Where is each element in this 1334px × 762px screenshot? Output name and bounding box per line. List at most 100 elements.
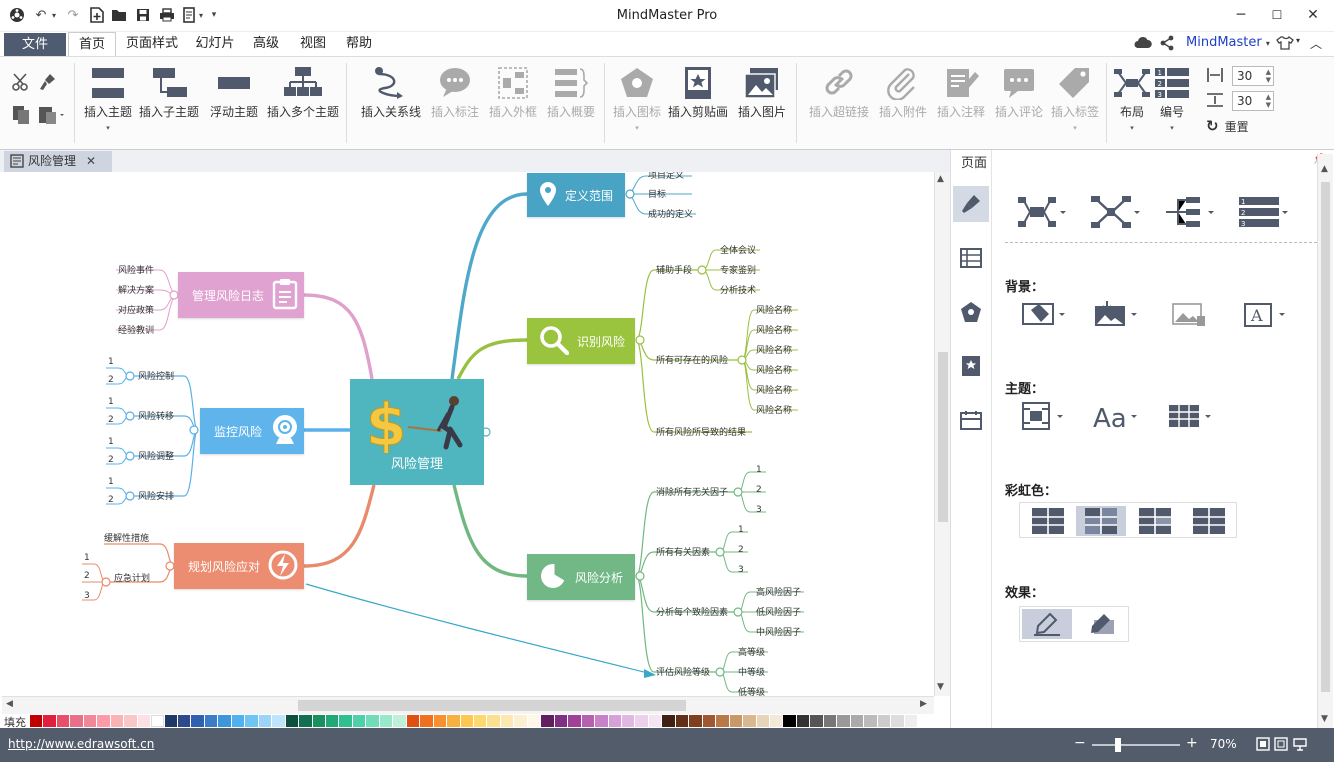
effect-flat-pen-icon[interactable] [1022,609,1072,639]
horizontal-spacing-spinner-icon[interactable]: ▲ ▼ [1266,68,1271,84]
insert-clipart-button[interactable]: 插入剪贴画 [666,65,730,120]
collapse-ribbon-icon[interactable]: ︿ [1310,35,1322,52]
palette-swatch[interactable] [191,715,204,727]
cloud-icon[interactable] [1134,36,1152,53]
slideshow-side-icon[interactable] [953,402,989,438]
close-tab-icon[interactable]: ✕ [86,151,96,172]
vertical-spacing-spinner-icon[interactable]: ▲ ▼ [1266,93,1271,109]
tab-slideshow[interactable]: 幻灯片 [190,32,240,56]
leaf-low-grade[interactable]: 低等级 [738,685,765,696]
watermark-button[interactable]: A [1235,294,1291,334]
palette-swatch[interactable] [608,715,621,727]
palette-swatch[interactable] [393,715,406,727]
zoom-slider[interactable] [1092,738,1180,752]
tab-page-style[interactable]: 页面样式 [122,32,182,56]
scroll-left-icon[interactable]: ◀ [6,699,13,709]
leaf-number[interactable]: 2 [84,571,90,581]
skin-dropdown-icon[interactable]: ▾ [1296,36,1300,45]
copy-icon[interactable] [12,105,32,128]
tab-advanced[interactable]: 高级 [246,32,286,56]
tab-help[interactable]: 帮助 [338,32,380,56]
palette-swatch[interactable] [56,715,70,727]
vertical-spacing-input[interactable]: 30 ▲ ▼ [1232,91,1274,111]
maximize-icon[interactable]: ☐ [1262,4,1292,26]
leaf-risk-event[interactable]: 风险事件 [118,263,154,276]
palette-swatch[interactable] [339,715,352,727]
leaf-low-risk-factor[interactable]: 低风险因子 [756,605,801,618]
page-style-side-icon[interactable] [953,186,989,222]
topic-define-scope[interactable]: 定义范围 [527,173,625,217]
tab-home[interactable]: 首页 [68,32,116,56]
file-menu[interactable]: 文件 [4,33,66,56]
insert-comment-button[interactable]: 插入评论 [992,65,1046,120]
zoom-in-icon[interactable]: + [1186,735,1198,751]
presentation-icon[interactable] [1293,737,1307,754]
subtopic-risk-results[interactable]: 所有风险所导致的结果 [656,425,746,438]
horizontal-scroll-thumb[interactable] [298,700,686,711]
panel-scroll-down-icon[interactable]: ▼ [1321,714,1328,724]
insert-callout-button[interactable]: 插入标注 [428,65,482,120]
outline-list-icon[interactable] [953,240,989,276]
rainbow-option-1[interactable] [1024,506,1072,536]
palette-swatch[interactable] [581,715,595,727]
leaf-number[interactable]: 3 [84,591,90,601]
leaf-number[interactable]: 2 [108,375,114,385]
leaf-risk-name[interactable]: 风险名称 [756,323,792,336]
subtopic-possible-risks[interactable]: 所有可存在的风险 [656,353,728,366]
map-structure-button[interactable] [1013,192,1069,232]
zoom-slider-thumb[interactable] [1115,738,1121,752]
layout-style-button[interactable] [1087,192,1143,232]
palette-swatch[interactable] [823,715,837,727]
insert-topic-button[interactable]: 插入主题 ▾ [80,65,136,132]
leaf-lessons[interactable]: 经验教训 [118,323,154,336]
leaf-success-definition[interactable]: 成功的定义 [648,207,693,220]
insert-multiple-topics-button[interactable]: 插入多个主题 [264,65,342,120]
insert-image-button[interactable]: 插入图片 [734,65,790,120]
theme-font-button[interactable]: Aa [1087,396,1143,436]
scroll-right-icon[interactable]: ▶ [920,699,927,709]
palette-swatch[interactable] [716,715,729,727]
zoom-out-icon[interactable]: − [1074,735,1086,751]
leaf-number[interactable]: 2 [108,455,114,465]
insert-icon-button[interactable]: 插入图标 ▾ [610,65,664,132]
leaf-mid-grade[interactable]: 中等级 [738,665,765,678]
leaf-risk-name[interactable]: 风险名称 [756,363,792,376]
palette-swatch[interactable] [541,715,554,727]
paste-icon[interactable] [38,105,64,128]
horizontal-spacing-input[interactable]: 30 ▲ ▼ [1232,66,1274,86]
reset-button[interactable]: ↻ 重置 [1206,117,1249,135]
palette-swatch[interactable] [299,715,312,727]
leaf-number[interactable]: 3 [738,565,744,575]
insert-tag-button[interactable]: 插入标签 ▾ [1048,65,1102,132]
rainbow-option-4[interactable] [1184,506,1234,536]
format-painter-icon[interactable] [38,73,58,94]
palette-swatch[interactable] [110,715,124,727]
panel-scroll-thumb[interactable] [1321,182,1330,692]
leaf-analysis-tech[interactable]: 分析技术 [720,283,756,296]
palette-swatch[interactable] [178,715,191,727]
document-tab[interactable]: 风险管理 ✕ [4,151,112,172]
share-icon[interactable] [1160,35,1174,54]
palette-swatch[interactable] [622,715,635,727]
palette-swatch[interactable] [326,715,339,727]
palette-swatch[interactable] [420,715,433,727]
insert-summary-button[interactable]: 插入概要 [544,65,598,120]
clipart-side-icon[interactable] [953,348,989,384]
palette-swatch[interactable] [285,715,299,727]
leaf-high-grade[interactable]: 高等级 [738,645,765,658]
insert-boundary-button[interactable]: 插入外框 [486,65,540,120]
account-brand[interactable]: MindMaster ▾ [1186,35,1270,50]
palette-swatch[interactable] [218,715,231,727]
scroll-down-icon[interactable]: ▼ [937,682,944,692]
skin-shirt-icon[interactable] [1276,36,1294,53]
palette-swatch[interactable] [30,715,43,727]
palette-swatch[interactable] [796,715,810,727]
insert-relationship-button[interactable]: 插入关系线 [356,65,426,120]
leaf-number[interactable]: 3 [756,505,762,515]
palette-swatch[interactable] [124,715,137,727]
leaf-number[interactable]: 1 [738,525,744,535]
leaf-number[interactable]: 1 [108,437,114,447]
leaf-project-definition[interactable]: 项目定义 [648,172,684,181]
insert-attachment-button[interactable]: 插入附件 [876,65,930,120]
topic-monitor-risk[interactable]: 监控风险 [200,408,304,454]
